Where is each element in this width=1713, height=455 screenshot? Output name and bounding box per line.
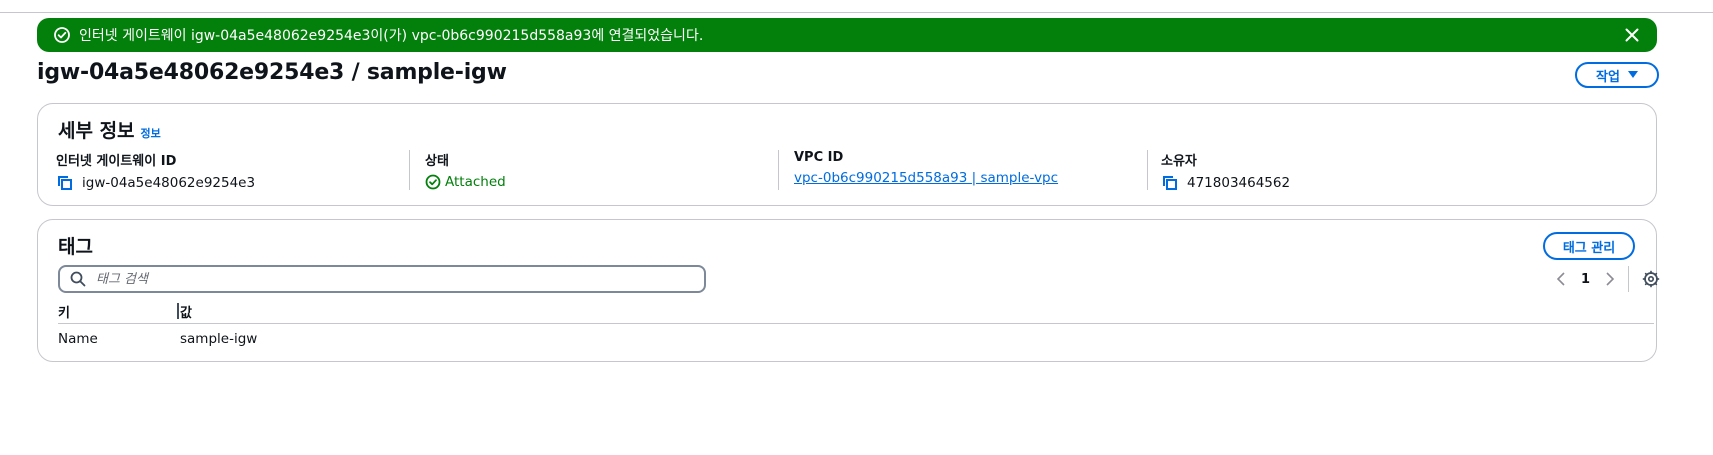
manage-tags-button[interactable]: 태그 관리 — [1543, 232, 1635, 260]
igw-id-label: 인터넷 게이트웨이 ID — [56, 154, 177, 169]
actions-button-label: 작업 — [1596, 69, 1620, 85]
column-divider — [778, 150, 779, 190]
success-check-icon — [53, 26, 71, 44]
top-divider — [0, 12, 1713, 13]
chevron-left-icon[interactable] — [1551, 269, 1571, 289]
column-resizer[interactable] — [177, 303, 179, 319]
column-header-key[interactable]: 키 — [58, 302, 70, 321]
column-divider — [409, 150, 410, 190]
igw-id-field: 인터넷 게이트웨이 ID igw-04a5e48062e9254e3 — [56, 150, 255, 192]
state-value: Attached — [445, 174, 506, 190]
table-header-divider — [58, 323, 1654, 324]
details-title: 세부 정보 정보 — [58, 116, 161, 143]
copy-icon[interactable] — [1161, 174, 1179, 192]
chevron-right-icon[interactable] — [1600, 269, 1620, 289]
success-flashbar: 인터넷 게이트웨이 igw-04a5e48062e9254e3이(가) vpc-… — [37, 18, 1657, 52]
tags-container: 태그 태그 관리 1 키 값 Name sample-igw — [37, 219, 1660, 362]
tag-search-input[interactable] — [94, 270, 678, 288]
owner-label: 소유자 — [1161, 154, 1197, 169]
close-icon[interactable] — [1621, 24, 1643, 46]
caret-down-icon — [1627, 71, 1638, 79]
vpc-id-link[interactable]: vpc-0b6c990215d558a93 | sample-vpc — [794, 170, 1058, 186]
owner-field: 소유자 471803464562 — [1161, 150, 1290, 192]
details-title-text: 세부 정보 — [58, 120, 135, 142]
actions-button[interactable]: 작업 — [1575, 62, 1659, 88]
state-field: 상태 Attached — [425, 150, 506, 190]
manage-tags-button-label: 태그 관리 — [1562, 240, 1616, 256]
tag-key-cell: Name — [58, 331, 98, 347]
page-title: igw-04a5e48062e9254e3 / sample-igw — [37, 60, 507, 85]
status-positive-icon — [425, 174, 441, 190]
tag-search — [58, 265, 706, 293]
column-divider — [1147, 150, 1148, 190]
tag-value-cell: sample-igw — [180, 331, 258, 347]
copy-icon[interactable] — [56, 174, 74, 192]
tags-title: 태그 — [58, 236, 93, 258]
igw-id-value: igw-04a5e48062e9254e3 — [82, 175, 256, 191]
column-header-value[interactable]: 값 — [180, 302, 192, 321]
pagination-divider — [1628, 266, 1630, 292]
state-label: 상태 — [425, 154, 449, 169]
search-icon — [70, 271, 86, 287]
details-container: 세부 정보 정보 인터넷 게이트웨이 ID igw-04a5e48062e9254… — [37, 103, 1657, 206]
gear-icon[interactable] — [1641, 269, 1661, 289]
owner-value: 471803464562 — [1187, 175, 1291, 191]
pagination: 1 — [1551, 265, 1661, 293]
flash-message: 인터넷 게이트웨이 igw-04a5e48062e9254e3이(가) vpc-… — [79, 28, 704, 44]
vpc-id-field: VPC ID vpc-0b6c990215d558a93 | sample-vp… — [794, 150, 1058, 186]
vpc-id-label: VPC ID — [794, 150, 844, 165]
page-number[interactable]: 1 — [1581, 272, 1590, 287]
info-link[interactable]: 정보 — [141, 127, 161, 140]
